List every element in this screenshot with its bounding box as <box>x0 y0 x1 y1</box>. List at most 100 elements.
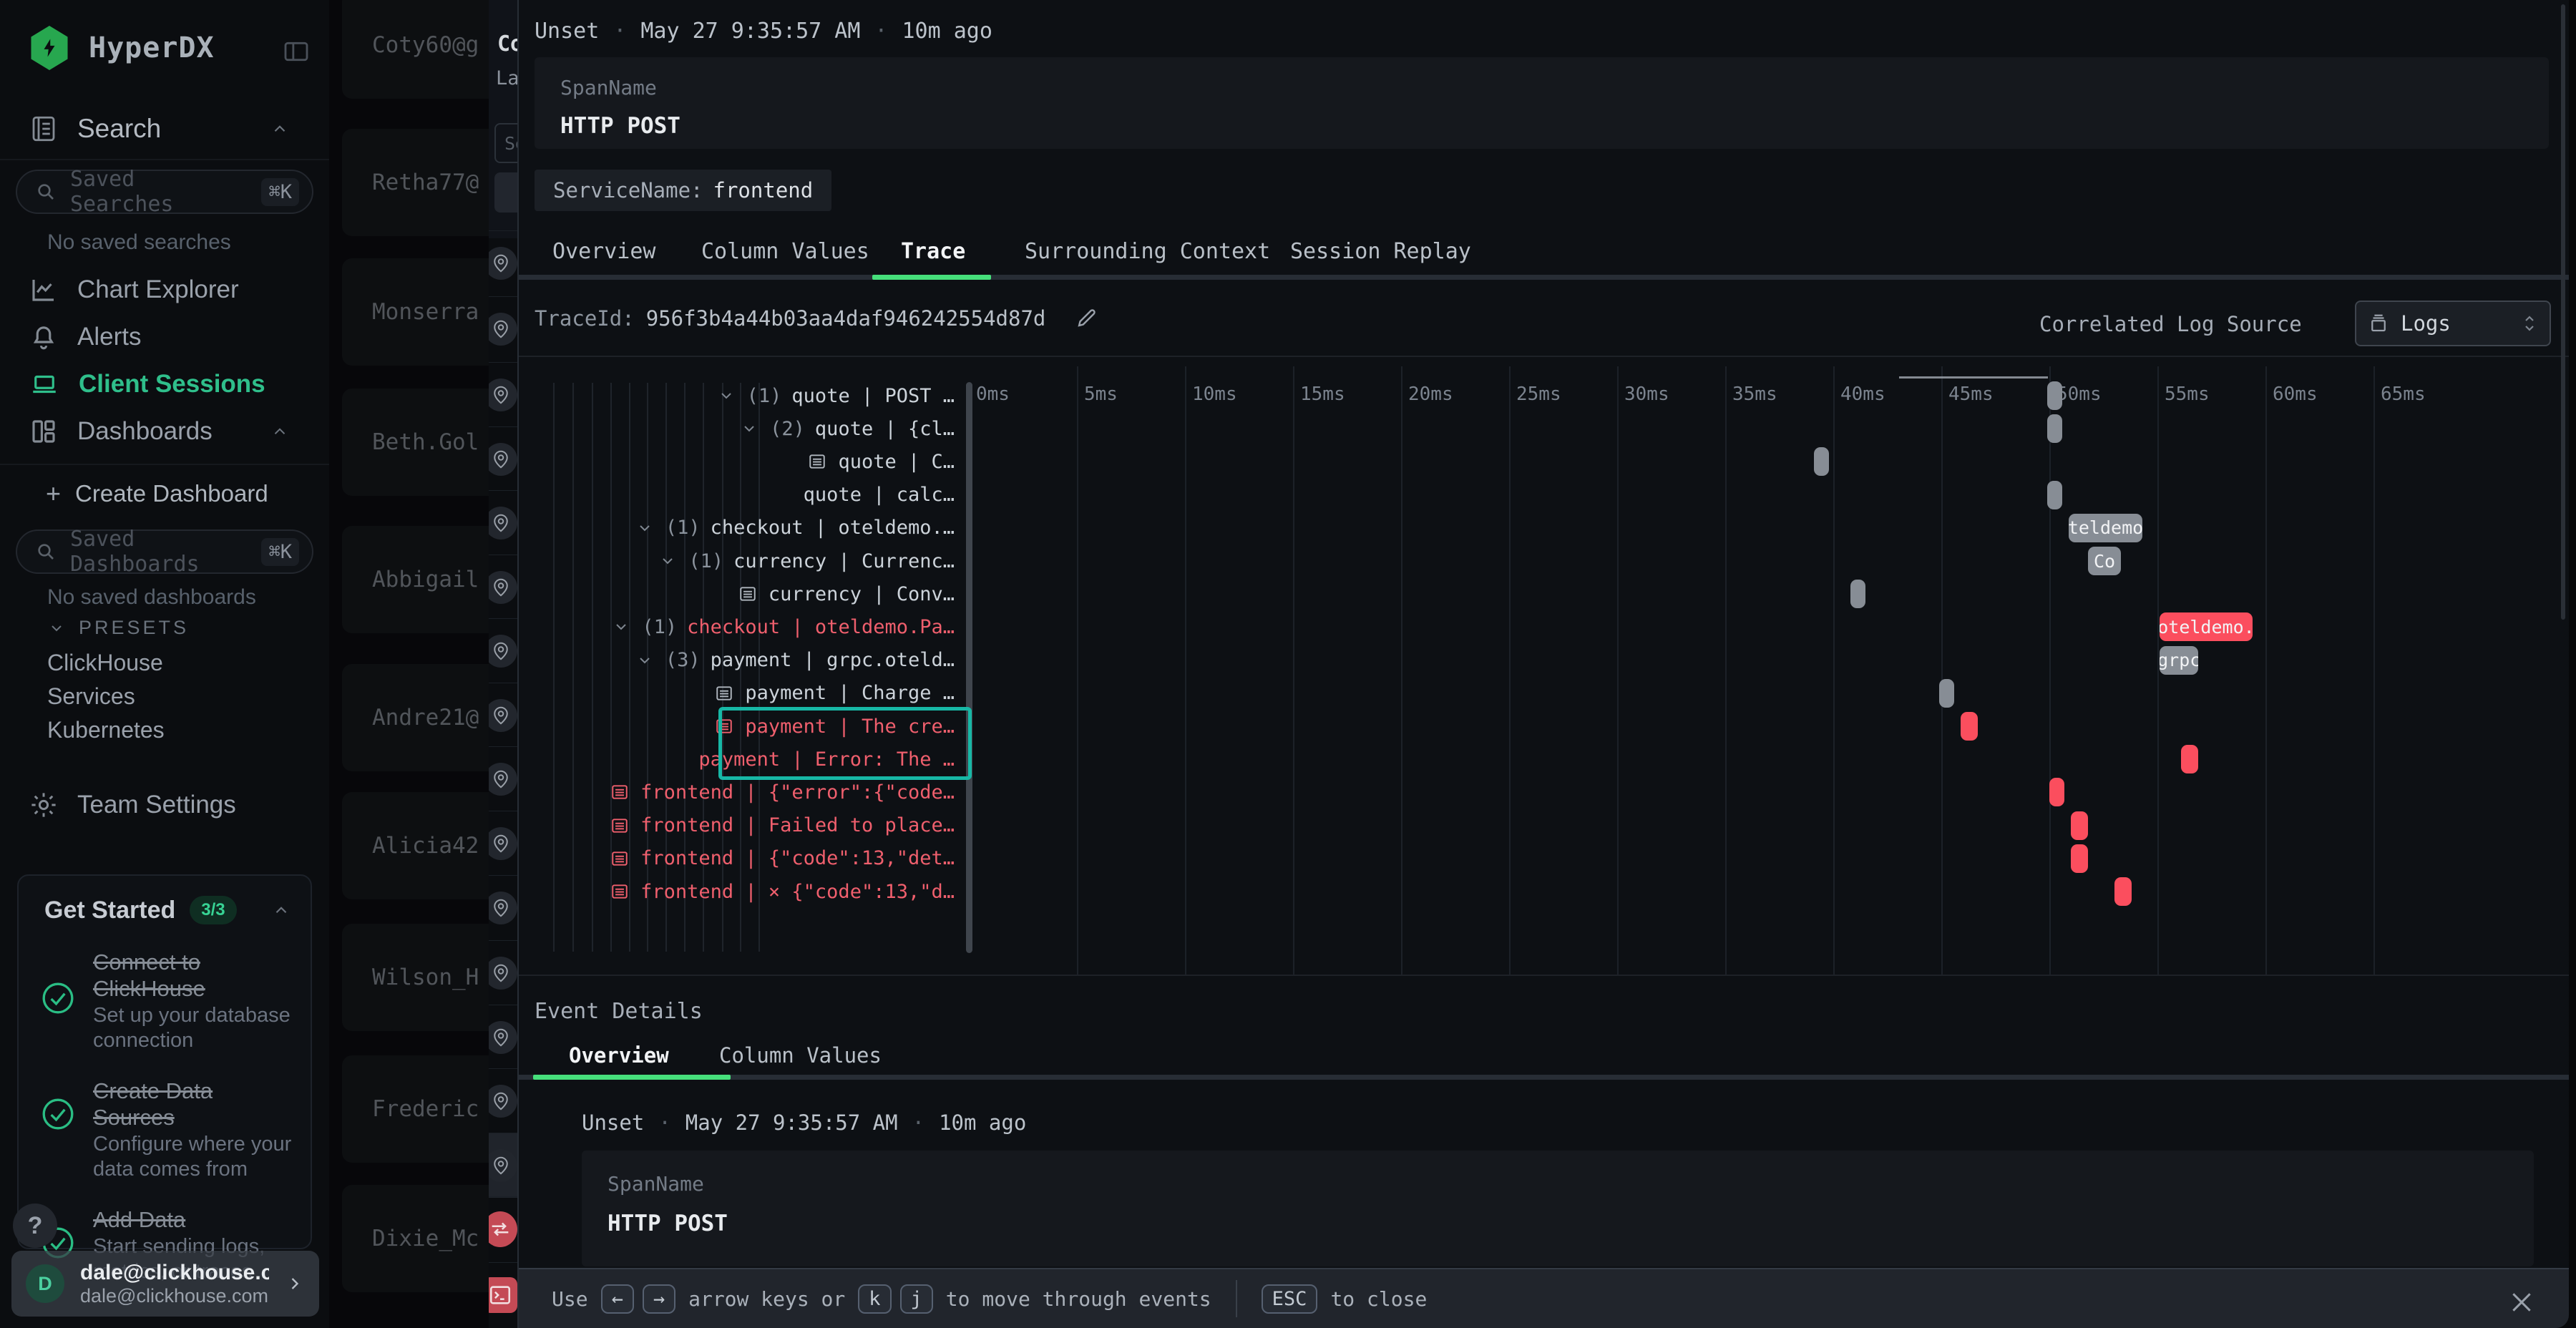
span-bar[interactable]: Co <box>2088 547 2120 575</box>
span-bar[interactable]: oteldemo. <box>2069 514 2142 542</box>
rail-event-location[interactable] <box>489 1005 517 1070</box>
waterfall-scrollbar[interactable] <box>966 382 972 953</box>
span-label: quote | {cl… <box>815 418 955 440</box>
timeline-gridline <box>1185 366 1186 975</box>
timeline-gridline <box>2157 366 2159 975</box>
trace-tree-row[interactable]: (1)currency | Currenc… <box>657 545 955 577</box>
saved-dashboards-input[interactable]: Saved Dashboards ⌘K <box>16 529 313 574</box>
exchange-icon <box>489 1211 517 1247</box>
log-source-select[interactable]: Logs <box>2355 301 2551 346</box>
span-bar[interactable] <box>1939 679 1954 708</box>
session-card[interactable]: Frederic <box>342 1055 489 1163</box>
get-started-item[interactable]: Connect to ClickHouseSet up your databas… <box>40 949 298 1053</box>
session-card[interactable]: Coty60@g <box>342 0 489 99</box>
trace-tree-row[interactable]: frontend | {"code":13,"det… <box>609 842 955 875</box>
rail-button[interactable] <box>494 172 517 213</box>
rail-event-location[interactable] <box>489 362 517 427</box>
preset-link-services[interactable]: Services <box>47 683 135 710</box>
span-bar[interactable] <box>2071 811 2088 840</box>
sidebar-item-team-settings[interactable]: Team Settings <box>0 781 329 829</box>
span-bar[interactable] <box>2047 414 2062 443</box>
tab-trace[interactable]: Trace <box>901 239 965 264</box>
trace-tree-row[interactable]: quote | calc… <box>804 479 955 512</box>
trace-tree-row[interactable]: frontend | × {"code":13,"d… <box>609 875 955 908</box>
session-card[interactable]: Alicia42 <box>342 792 489 899</box>
sidebar-item-client-sessions[interactable]: Client Sessions <box>0 361 329 408</box>
create-dashboard-button[interactable]: + Create Dashboard <box>0 474 329 514</box>
close-icon[interactable] <box>2507 1288 2536 1317</box>
hyperdx-logo-icon[interactable] <box>29 26 70 70</box>
help-button[interactable]: ? <box>13 1204 57 1248</box>
rail-event-location[interactable] <box>489 490 517 555</box>
rail-event-location[interactable] <box>489 1133 517 1198</box>
timeline-tick-label: 30ms <box>1624 384 1669 405</box>
rail-event-location[interactable] <box>489 618 517 683</box>
tab-session-replay[interactable]: Session Replay <box>1290 239 1471 264</box>
trace-tree-row[interactable]: currency | Conv… <box>737 577 955 610</box>
span-bar[interactable] <box>2047 381 2062 410</box>
session-card[interactable]: Beth.Gol <box>342 389 489 496</box>
task-description: Configure where your data comes from <box>93 1132 298 1182</box>
trace-tree-row[interactable]: (2)quote | {cl… <box>738 412 955 445</box>
saved-searches-input[interactable]: Saved Searches ⌘K <box>16 170 313 214</box>
span-bar[interactable] <box>2071 844 2088 873</box>
sidebar-item-alerts[interactable]: Alerts <box>0 313 329 361</box>
span-bar[interactable] <box>1814 447 1829 476</box>
rail-event-exchange[interactable] <box>489 1196 517 1261</box>
rail-event-location[interactable] <box>489 555 517 620</box>
span-bar[interactable] <box>1961 712 1978 741</box>
rail-event-location[interactable] <box>489 296 517 361</box>
chevron-up-icon[interactable] <box>269 901 293 919</box>
event-details-tab-overview[interactable]: Overview <box>569 1043 669 1068</box>
trace-tree-row[interactable]: (1)quote | POST … <box>716 379 955 412</box>
sidebar-item-chart-explorer[interactable]: Chart Explorer <box>0 266 329 313</box>
trace-tree-row[interactable]: (1)checkout | oteldemo.… <box>634 512 955 545</box>
service-chip[interactable]: ServiceName: frontend <box>535 170 831 211</box>
sidebar-item-search[interactable]: Search <box>0 105 329 152</box>
trace-tree-row[interactable]: frontend | Failed to place… <box>609 809 955 842</box>
user-menu[interactable]: D dale@clickhouse.com dale@clickhouse.co… <box>11 1251 319 1317</box>
rail-event-location[interactable] <box>489 230 517 296</box>
tab-overview[interactable]: Overview <box>552 239 656 264</box>
drawer-scrollbar[interactable] <box>2561 4 2565 620</box>
presets-toggle[interactable]: PRESETS <box>46 617 189 639</box>
rail-event-location[interactable] <box>489 746 517 811</box>
session-card[interactable]: Retha77@ <box>342 129 489 236</box>
edit-icon[interactable] <box>1074 306 1098 331</box>
trace-tree-row[interactable]: frontend | {"error":{"code… <box>609 776 955 809</box>
preset-link-kubernetes[interactable]: Kubernetes <box>47 717 165 743</box>
trace-tree-row[interactable]: (1)checkout | oteldemo.Pa… <box>610 610 955 643</box>
span-bar[interactable] <box>1850 580 1865 608</box>
span-bar[interactable] <box>2181 745 2198 773</box>
session-card[interactable]: Monserra <box>342 258 489 366</box>
trace-tree-row[interactable]: payment | Charge … <box>713 677 955 710</box>
session-card[interactable]: Dixie_Mc <box>342 1185 489 1292</box>
span-bar[interactable]: oteldemo. <box>2160 612 2253 641</box>
rail-event-location[interactable] <box>489 1068 517 1133</box>
span-bar[interactable] <box>2114 877 2132 906</box>
rail-search-input[interactable]: Sea <box>494 123 517 163</box>
session-card[interactable]: Wilson_H <box>342 924 489 1031</box>
tab-column-values[interactable]: Column Values <box>701 239 869 264</box>
tab-surrounding-context[interactable]: Surrounding Context <box>1025 239 1270 264</box>
rail-event-location[interactable] <box>489 875 517 940</box>
span-bar[interactable] <box>2049 778 2064 806</box>
rail-event-location[interactable] <box>489 683 517 748</box>
rail-event-location[interactable] <box>489 940 517 1005</box>
rail-event-terminal[interactable] <box>489 1262 517 1327</box>
trace-tree-row[interactable]: quote | C… <box>806 445 955 478</box>
span-label: checkout | oteldemo.… <box>711 517 955 539</box>
duration-marker <box>1899 376 2048 379</box>
rail-event-location[interactable] <box>489 811 517 876</box>
sidebar-item-dashboards[interactable]: Dashboards <box>0 408 329 455</box>
rail-event-location[interactable] <box>489 426 517 492</box>
session-card[interactable]: Abbigail <box>342 526 489 633</box>
get-started-item[interactable]: Create Data SourcesConfigure where your … <box>40 1078 298 1182</box>
session-card[interactable]: Andre21@ <box>342 664 489 771</box>
sidebar-collapse-icon[interactable] <box>280 37 312 66</box>
span-bar[interactable]: grpc <box>2160 646 2198 675</box>
preset-link-clickhouse[interactable]: ClickHouse <box>47 650 163 676</box>
event-details-tab-column-values[interactable]: Column Values <box>719 1043 882 1068</box>
trace-tree-row[interactable]: (3)payment | grpc.oteld… <box>634 644 955 677</box>
span-bar[interactable] <box>2047 481 2062 509</box>
